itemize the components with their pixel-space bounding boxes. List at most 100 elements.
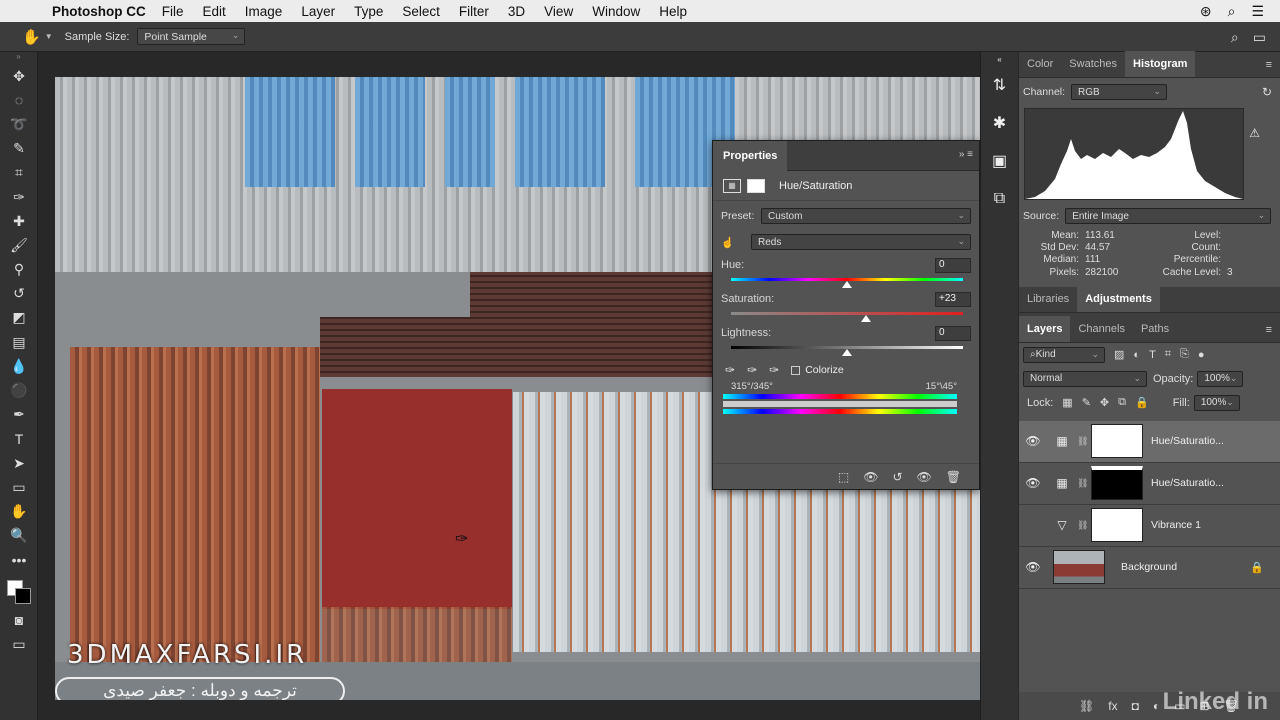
screen-mode-icon[interactable]: ▭ xyxy=(0,632,38,656)
hue-thumb[interactable] xyxy=(842,281,852,288)
notification-list-icon[interactable]: ☰ xyxy=(1251,3,1264,20)
hue-input[interactable]: 0 xyxy=(935,257,971,273)
lock-image-icon[interactable]: ✎ xyxy=(1082,396,1091,409)
filter-type-icon[interactable]: T xyxy=(1149,349,1156,361)
layer-mask-icon[interactable] xyxy=(747,178,765,193)
workspace-icon[interactable]: ▭ xyxy=(1253,29,1266,46)
tab-libraries[interactable]: Libraries xyxy=(1019,286,1077,312)
chevron-down-icon[interactable]: ▼ xyxy=(45,32,53,41)
eye-icon[interactable]: 👁 xyxy=(1019,560,1047,574)
collapse-menu-icon[interactable]: » ≡ xyxy=(959,149,973,160)
brush-tool-icon[interactable]: 🖌 xyxy=(0,233,38,257)
eye-icon[interactable]: 👁 xyxy=(1019,476,1047,490)
reset-icon[interactable]: ↺ xyxy=(892,470,902,484)
tab-color[interactable]: Color xyxy=(1019,51,1061,77)
type-tool-icon[interactable]: T xyxy=(0,427,38,451)
link-icon[interactable]: ⛓ xyxy=(1077,478,1088,489)
tab-channels[interactable]: Channels xyxy=(1070,316,1132,342)
eyedropper-plus-icon[interactable]: ✑ xyxy=(747,363,757,377)
menu-filter[interactable]: Filter xyxy=(459,4,489,19)
clip-to-layer-icon[interactable]: ⬚ xyxy=(838,470,849,484)
lock-icon[interactable]: 🔒 xyxy=(1250,561,1264,574)
sample-size-select[interactable]: Point Sample ⌄ xyxy=(137,28,246,45)
menu-edit[interactable]: Edit xyxy=(203,4,226,19)
menu-3d[interactable]: 3D xyxy=(508,4,525,19)
hand-tool-icon[interactable]: ✋ xyxy=(0,499,38,523)
menu-file[interactable]: File xyxy=(162,4,184,19)
layer-row[interactable]: ▢ ▽ ⛓ Vibrance 1 xyxy=(1019,505,1280,547)
lock-position-icon[interactable]: ✥ xyxy=(1100,396,1109,409)
spotlight-search-icon[interactable]: ⌕ xyxy=(1228,3,1236,20)
healing-brush-tool-icon[interactable]: ✚ xyxy=(0,209,38,233)
tab-paths[interactable]: Paths xyxy=(1133,316,1177,342)
rectangle-tool-icon[interactable]: ▭ xyxy=(0,475,38,499)
tab-histogram[interactable]: Histogram xyxy=(1125,51,1196,77)
quick-select-tool-icon[interactable]: ✎ xyxy=(0,137,38,161)
history-brush-tool-icon[interactable]: ↺ xyxy=(0,282,38,306)
lock-all-icon[interactable]: 🔒 xyxy=(1135,396,1149,409)
link-icon[interactable]: ⛓ xyxy=(1077,520,1088,531)
tab-swatches[interactable]: Swatches xyxy=(1061,51,1125,77)
saturation-thumb[interactable] xyxy=(860,315,871,322)
add-mask-icon[interactable]: ◘ xyxy=(1132,699,1139,713)
hue-saturation-icon[interactable]: ▦ xyxy=(723,178,741,193)
eyedropper-preset-icon[interactable]: ✋ xyxy=(22,28,41,46)
filter-pixel-icon[interactable]: ▨ xyxy=(1114,348,1124,361)
fx-icon[interactable]: fx xyxy=(1108,699,1117,713)
layer-mask-thumbnail[interactable] xyxy=(1091,466,1143,501)
lasso-tool-icon[interactable]: ➰ xyxy=(0,112,38,136)
dodge-tool-icon[interactable]: ⚫ xyxy=(0,378,38,402)
link-icon[interactable]: ⛓ xyxy=(1077,436,1088,447)
channel-select[interactable]: Reds ⌄ xyxy=(751,234,971,250)
panel-grip-icon[interactable]: » xyxy=(0,52,37,64)
histogram-channel-select[interactable]: RGB ⌄ xyxy=(1071,84,1168,100)
trash-icon[interactable]: 🗑 xyxy=(946,470,961,484)
tab-adjustments[interactable]: Adjustments xyxy=(1077,285,1160,312)
new-adjustment-icon[interactable]: ◐ xyxy=(1153,699,1160,713)
background-color-swatch[interactable] xyxy=(15,587,31,604)
properties-panel-active-icon[interactable]: ▣ xyxy=(981,142,1018,180)
panel-menu-icon[interactable]: ≡ xyxy=(1266,59,1272,71)
eye-icon[interactable]: 👁 xyxy=(1019,434,1047,448)
menu-help[interactable]: Help xyxy=(659,4,687,19)
crop-tool-icon[interactable]: ⌗ xyxy=(0,161,38,185)
move-tool-icon[interactable]: ✥ xyxy=(0,64,38,88)
quick-mask-icon[interactable]: ◙ xyxy=(0,608,38,632)
warning-icon[interactable]: ⚠ xyxy=(1249,126,1260,140)
lightness-input[interactable]: 0 xyxy=(935,325,971,341)
hue-slider[interactable] xyxy=(721,273,971,288)
tab-properties[interactable]: Properties xyxy=(713,140,788,171)
blend-mode-select[interactable]: Normal ⌄ xyxy=(1023,370,1147,387)
source-select[interactable]: Entire Image ⌄ xyxy=(1065,208,1272,224)
layer-row[interactable]: 👁 ▦ ⛓ Hue/Saturatio... xyxy=(1019,463,1280,505)
opacity-field[interactable]: 100% ⌄ xyxy=(1197,370,1244,387)
tab-layers[interactable]: Layers xyxy=(1019,315,1071,342)
zoom-tool-icon[interactable]: 🔍 xyxy=(0,524,38,548)
link-layers-icon[interactable]: ⛓ xyxy=(1079,699,1094,713)
properties-panel-icon[interactable]: ⇅ xyxy=(981,66,1018,104)
targeted-adjustment-icon[interactable]: ☝ xyxy=(721,236,751,249)
character-panel-icon[interactable]: ⧉ xyxy=(981,180,1018,218)
eyedropper-icon[interactable]: ✑ xyxy=(725,363,735,377)
layer-mask-thumbnail[interactable] xyxy=(1091,424,1143,459)
view-previous-icon[interactable]: 👁 xyxy=(863,470,878,484)
path-select-tool-icon[interactable]: ➤ xyxy=(0,451,38,475)
eyedropper-minus-icon[interactable]: ✑ xyxy=(769,363,779,377)
visibility-icon[interactable]: 👁 xyxy=(917,470,932,484)
adjustments-panel-icon[interactable]: ✱ xyxy=(981,104,1018,142)
layer-row[interactable]: 👁 ▦ ⛓ Hue/Saturatio... xyxy=(1019,420,1280,463)
refresh-icon[interactable]: ↻ xyxy=(1262,85,1272,99)
lightness-thumb[interactable] xyxy=(842,349,852,356)
pen-tool-icon[interactable]: ✒ xyxy=(0,403,38,427)
range-slider[interactable] xyxy=(723,401,957,407)
menu-type[interactable]: Type xyxy=(354,4,383,19)
panel-grip-icon[interactable]: « xyxy=(981,52,1018,66)
filter-toggle-icon[interactable]: ● xyxy=(1198,349,1205,361)
eraser-tool-icon[interactable]: ◩ xyxy=(0,306,38,330)
layer-filter-select[interactable]: ⌕ Kind ⌄ xyxy=(1023,346,1105,363)
layer-row[interactable]: 👁 Background 🔒 xyxy=(1019,547,1280,589)
menu-window[interactable]: Window xyxy=(592,4,640,19)
filter-adjustment-icon[interactable]: ◐ xyxy=(1133,349,1140,361)
layer-thumbnail[interactable] xyxy=(1053,550,1105,585)
menu-image[interactable]: Image xyxy=(245,4,283,19)
